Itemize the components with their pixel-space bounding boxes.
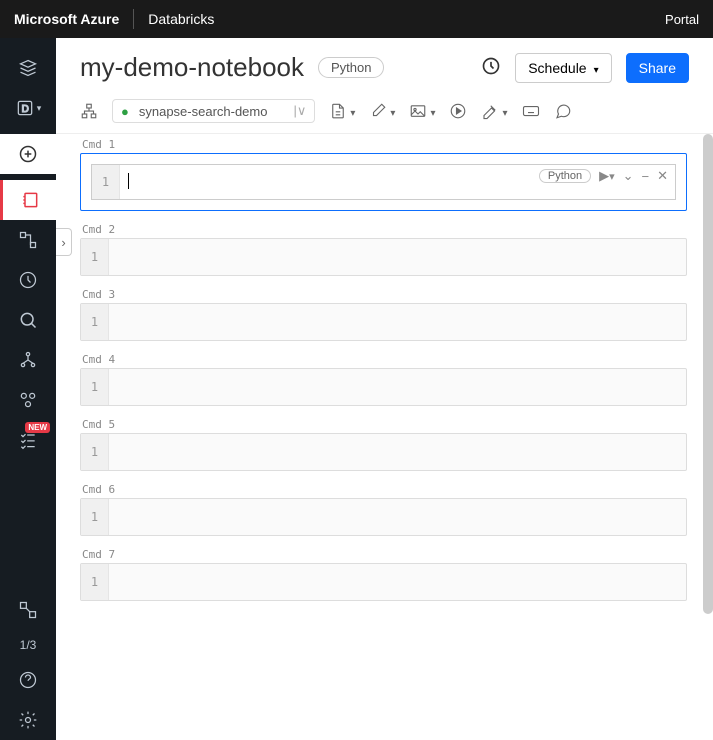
- code-cell-6[interactable]: 1: [80, 498, 687, 536]
- cmd-label: Cmd 1: [82, 138, 687, 151]
- line-gutter: 1: [81, 434, 109, 470]
- sidebar-recent-icon[interactable]: [0, 260, 56, 300]
- line-gutter: 1: [92, 165, 120, 199]
- scrollbar[interactable]: [703, 134, 713, 614]
- cmd-label: Cmd 3: [82, 288, 687, 301]
- notebook-content[interactable]: Cmd 1 Python ▶▾ ⌄ − ✕ 1: [56, 134, 713, 740]
- sidebar-settings-icon[interactable]: [0, 700, 56, 740]
- notebook-language-pill[interactable]: Python: [318, 57, 384, 78]
- toolbar-file-icon[interactable]: [329, 102, 355, 120]
- code-editor[interactable]: [109, 369, 686, 405]
- cell-toolbar: Python ▶▾ ⌄ − ✕: [539, 168, 668, 184]
- code-cell-1[interactable]: Python ▶▾ ⌄ − ✕ 1: [80, 153, 687, 211]
- toolbar-hierarchy-icon[interactable]: [80, 102, 98, 120]
- sidebar-add-icon[interactable]: [0, 134, 56, 174]
- cmd-label: Cmd 4: [82, 353, 687, 366]
- history-icon[interactable]: [481, 56, 501, 79]
- share-button[interactable]: Share: [626, 53, 689, 83]
- code-cell-7[interactable]: 1: [80, 563, 687, 601]
- sidebar-help-icon[interactable]: [0, 660, 56, 700]
- code-editor[interactable]: [109, 499, 686, 535]
- code-cell-4[interactable]: 1: [80, 368, 687, 406]
- cluster-selector[interactable]: synapse-search-demo |∨: [112, 99, 315, 123]
- notebook-toolbar: synapse-search-demo |∨: [56, 93, 713, 134]
- cell-close-icon[interactable]: ✕: [657, 168, 668, 184]
- cmd-label: Cmd 2: [82, 223, 687, 236]
- cmd-label: Cmd 7: [82, 548, 687, 561]
- cluster-name: synapse-search-demo: [139, 104, 268, 119]
- sidebar-stack-icon[interactable]: [0, 48, 56, 88]
- sidebar-checklist-icon[interactable]: NEW: [0, 420, 56, 460]
- notebook-header: my-demo-notebook Python Schedule Share: [56, 38, 713, 93]
- code-editor[interactable]: [109, 434, 686, 470]
- cell-run-icon[interactable]: ▶▾: [599, 168, 614, 184]
- code-cell-2[interactable]: 1: [80, 238, 687, 276]
- sidebar-cluster-icon[interactable]: [0, 380, 56, 420]
- code-editor[interactable]: [109, 304, 686, 340]
- schedule-button[interactable]: Schedule: [515, 53, 611, 83]
- sidebar-search-icon[interactable]: [0, 300, 56, 340]
- code-editor[interactable]: [109, 564, 686, 600]
- cell-lang-pill[interactable]: Python: [539, 169, 591, 183]
- cluster-status-icon: [121, 104, 133, 119]
- notebook-title[interactable]: my-demo-notebook: [80, 52, 304, 83]
- sidebar-tree-icon[interactable]: [0, 340, 56, 380]
- toolbar-comment-icon[interactable]: [554, 102, 572, 120]
- code-editor[interactable]: [109, 239, 686, 275]
- sidebar-expand-icon[interactable]: [0, 590, 56, 630]
- line-gutter: 1: [81, 369, 109, 405]
- portal-link[interactable]: Portal: [665, 12, 699, 27]
- brand-label: Microsoft Azure: [14, 11, 119, 27]
- toolbar-run-icon[interactable]: [449, 102, 467, 120]
- sidebar-notebook-icon[interactable]: [0, 180, 56, 220]
- line-gutter: 1: [81, 304, 109, 340]
- cell-expand-icon[interactable]: ⌄: [623, 168, 634, 184]
- left-sidebar: D▾ NEW 1/3: [0, 38, 56, 740]
- sidebar-pager: 1/3: [20, 638, 37, 652]
- top-bar: Microsoft Azure Databricks Portal: [0, 0, 713, 38]
- product-label: Databricks: [148, 11, 214, 27]
- sidebar-flow-icon[interactable]: [0, 220, 56, 260]
- sidebar-d-icon[interactable]: D▾: [0, 88, 56, 128]
- divider: [133, 9, 134, 29]
- cmd-label: Cmd 5: [82, 418, 687, 431]
- line-gutter: 1: [81, 564, 109, 600]
- line-gutter: 1: [81, 239, 109, 275]
- cmd-label: Cmd 6: [82, 483, 687, 496]
- toolbar-clear-icon[interactable]: [481, 102, 507, 120]
- expand-sidebar-tab[interactable]: ›: [56, 228, 72, 256]
- svg-text:D: D: [21, 104, 28, 115]
- code-cell-3[interactable]: 1: [80, 303, 687, 341]
- new-badge: NEW: [25, 422, 50, 433]
- cell-minimize-icon[interactable]: −: [642, 169, 650, 184]
- schedule-label: Schedule: [528, 60, 586, 76]
- code-cell-5[interactable]: 1: [80, 433, 687, 471]
- toolbar-keyboard-icon[interactable]: [522, 102, 540, 120]
- toolbar-image-icon[interactable]: [409, 102, 435, 120]
- toolbar-edit-icon[interactable]: [369, 102, 395, 120]
- line-gutter: 1: [81, 499, 109, 535]
